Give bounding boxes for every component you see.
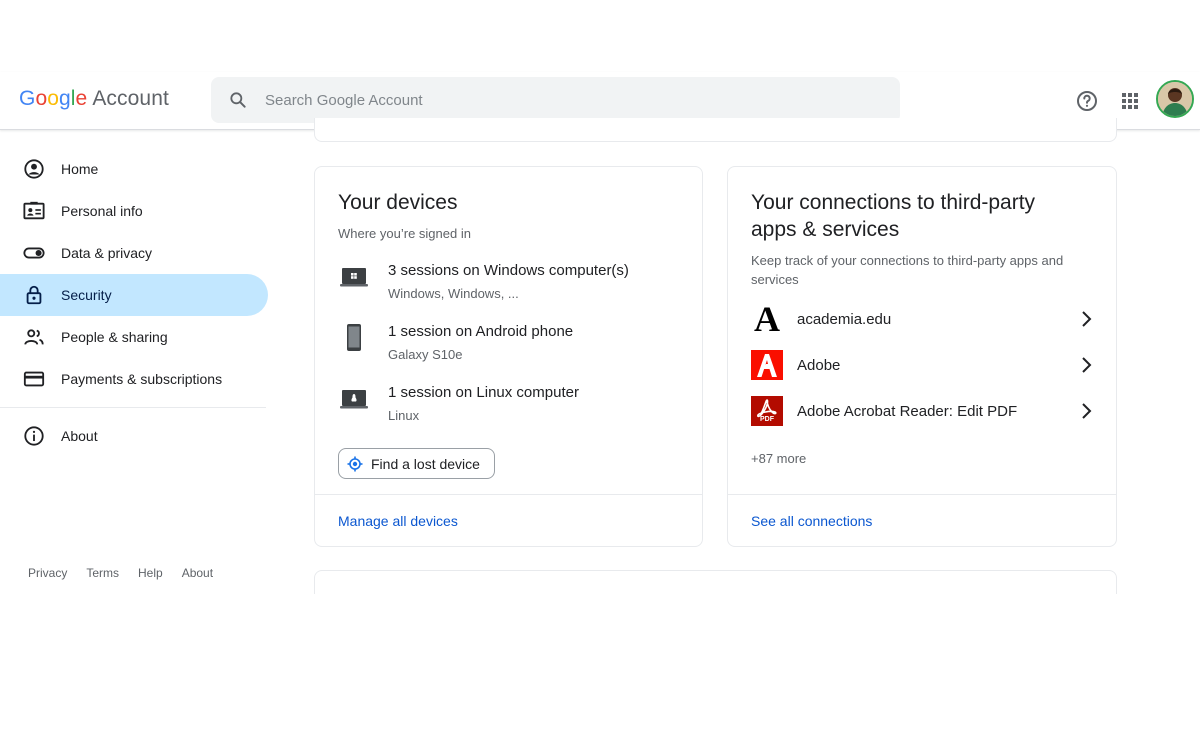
footer-link-privacy[interactable]: Privacy: [28, 566, 67, 580]
sidebar-divider: [0, 407, 266, 408]
device-title: 1 session on Linux computer: [388, 384, 579, 401]
lock-icon: [23, 284, 45, 306]
card-above: [314, 118, 1117, 142]
people-icon: [23, 326, 45, 348]
sidebar-item-personal-info[interactable]: Personal info: [0, 190, 268, 232]
sidebar-item-about[interactable]: About: [0, 415, 268, 457]
your-devices-card: Your devices Where you’re signed in 3 se…: [314, 166, 703, 547]
sidebar-item-data-privacy[interactable]: Data & privacy: [0, 232, 268, 274]
adobe-logo-icon: [751, 349, 783, 381]
search-input[interactable]: [265, 91, 865, 109]
card-divider: [728, 494, 1116, 495]
more-connections-count: +87 more: [751, 451, 807, 466]
id-card-icon: [23, 200, 45, 222]
manage-all-devices-link[interactable]: Manage all devices: [338, 513, 458, 529]
logo-letter: o: [47, 87, 59, 110]
windows-laptop-icon: [338, 261, 370, 293]
logo-letter: g: [59, 87, 71, 110]
chevron-right-icon: [1082, 311, 1092, 327]
device-subtitle: Linux: [388, 408, 420, 423]
card-below: [314, 570, 1117, 594]
credit-card-icon: [23, 368, 45, 390]
connection-row-academia[interactable]: A academia.edu: [751, 299, 1096, 339]
card-subtitle: Where you’re signed in: [338, 226, 471, 241]
device-title: 3 sessions on Windows computer(s): [388, 262, 629, 279]
help-icon[interactable]: [1075, 89, 1099, 113]
acrobat-logo-text: PDF: [760, 416, 774, 423]
device-row-windows[interactable]: 3 sessions on Windows computer(s) Window…: [338, 261, 678, 311]
gps-locate-icon: [347, 456, 363, 471]
sidebar-item-home[interactable]: Home: [0, 148, 268, 190]
third-party-connections-card: Your connections to third-party apps & s…: [727, 166, 1117, 547]
connection-row-adobe[interactable]: Adobe: [751, 349, 1096, 381]
academia-logo-icon: A: [751, 299, 783, 339]
sidebar-item-label: About: [61, 428, 98, 444]
phone-icon: [338, 322, 370, 354]
apps-grid-icon[interactable]: [1118, 89, 1142, 113]
avatar[interactable]: [1156, 80, 1194, 118]
connection-name: academia.edu: [797, 310, 892, 328]
connection-name: Adobe: [797, 356, 841, 374]
see-all-connections-link[interactable]: See all connections: [751, 513, 872, 529]
acrobat-logo-icon: PDF: [751, 395, 783, 427]
connection-name: Adobe Acrobat Reader: Edit PDF: [797, 402, 1018, 420]
footer-link-about[interactable]: About: [182, 566, 213, 580]
sidebar-item-people-sharing[interactable]: People & sharing: [0, 316, 268, 358]
sidebar-nav: Home Personal info Data & privacy Securi…: [0, 148, 268, 457]
search-icon[interactable]: [228, 90, 248, 110]
footer-links: Privacy Terms Help About: [28, 566, 232, 580]
find-lost-device-label: Find a lost device: [371, 455, 480, 472]
chevron-right-icon: [1082, 357, 1092, 373]
footer-link-terms[interactable]: Terms: [86, 566, 119, 580]
logo-suffix: Account: [92, 87, 169, 110]
academia-logo-letter: A: [754, 299, 780, 339]
avatar-photo: [1158, 82, 1192, 116]
device-title: 1 session on Android phone: [388, 323, 574, 340]
logo-letter: e: [75, 87, 88, 110]
sidebar-item-label: Personal info: [61, 203, 143, 219]
search-bar[interactable]: [211, 77, 900, 123]
footer-link-help[interactable]: Help: [138, 566, 163, 580]
logo-letter: G: [19, 87, 36, 110]
device-subtitle: Galaxy S10e: [388, 347, 463, 362]
card-subtitle: Keep track of your connections to third-…: [751, 253, 1064, 287]
sidebar-item-payments[interactable]: Payments & subscriptions: [0, 358, 268, 400]
device-row-android[interactable]: 1 session on Android phone Galaxy S10e: [338, 322, 678, 372]
sidebar-item-label: Home: [61, 161, 99, 177]
sidebar-item-label: Payments & subscriptions: [61, 371, 223, 387]
card-title: Your connections to third-party apps & s…: [751, 191, 1036, 241]
sidebar-item-label: Data & privacy: [61, 245, 153, 261]
find-lost-device-button[interactable]: Find a lost device: [338, 448, 495, 479]
sidebar-item-security[interactable]: Security: [0, 274, 268, 316]
device-row-linux[interactable]: 1 session on Linux computer Linux: [338, 383, 678, 433]
account-circle-icon: [23, 158, 45, 180]
card-title: Your devices: [338, 191, 458, 214]
google-account-logo[interactable]: Google Account: [19, 87, 169, 111]
chevron-right-icon: [1082, 403, 1092, 419]
logo-letter: o: [35, 87, 48, 110]
linux-laptop-icon: [338, 383, 370, 415]
connection-row-acrobat[interactable]: PDF Adobe Acrobat Reader: Edit PDF: [751, 395, 1096, 427]
device-subtitle: Windows, Windows, ...: [388, 286, 519, 301]
sidebar-item-label: People & sharing: [61, 329, 168, 345]
sidebar-item-label: Security: [61, 287, 112, 303]
info-icon: [23, 425, 45, 447]
card-divider: [315, 494, 702, 495]
toggle-icon: [23, 242, 45, 264]
